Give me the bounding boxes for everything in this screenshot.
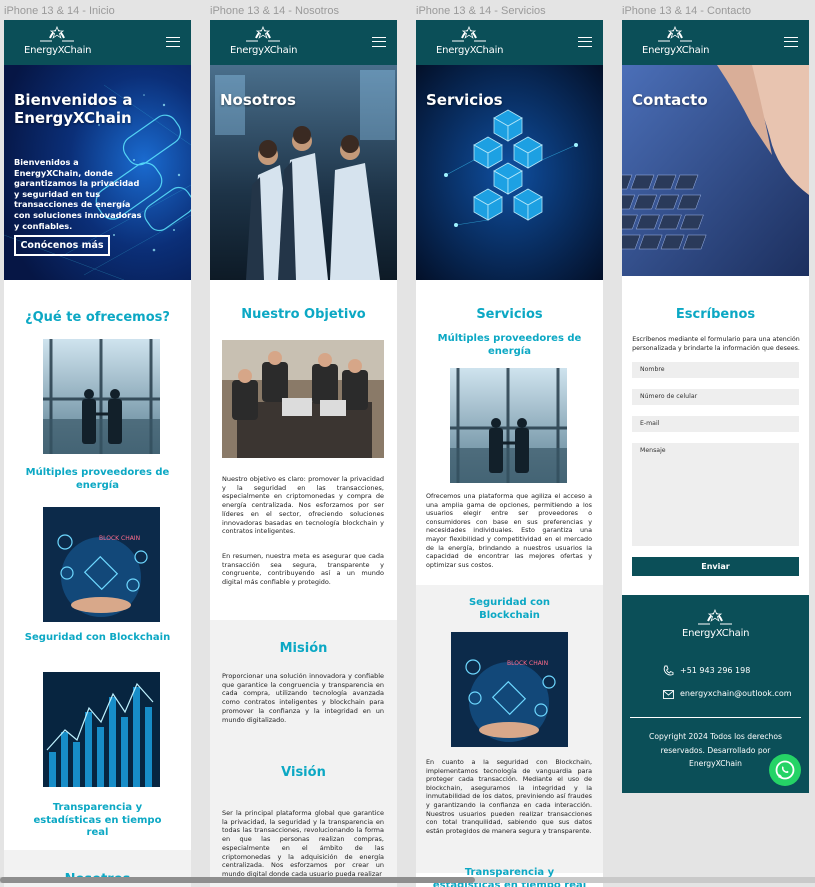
- whatsapp-button[interactable]: [769, 754, 801, 786]
- frame-label: iPhone 13 & 14 - Servicios: [416, 5, 546, 17]
- send-button[interactable]: Enviar: [632, 557, 799, 576]
- blockchain-hand-image: BLOCK CHAIN: [451, 632, 568, 747]
- message-textarea[interactable]: Mensaje: [632, 443, 799, 546]
- scrollbar-thumb[interactable]: [0, 877, 475, 883]
- phone-input[interactable]: Número de celular: [632, 389, 799, 405]
- phone-frame-servicios: EnergyXChain Servicios Servicios Múltipl…: [416, 20, 603, 887]
- form-intro: Escríbenos mediante el formulario para u…: [632, 336, 800, 352]
- logo-icon: [246, 25, 280, 45]
- card-transparencia-title: Transparencia y estadísticas en tiempo r…: [33, 802, 162, 838]
- artboard-contacto: iPhone 13 & 14 - Contacto EnergyXChain C…: [622, 0, 809, 887]
- footer: EnergyXChain +51 943 296 198 energyxchai…: [622, 595, 809, 793]
- logo-icon: [658, 25, 692, 45]
- copyright-text: Copyright 2024 Todos los derechos reserv…: [649, 732, 782, 768]
- hero: Servicios: [416, 65, 603, 280]
- phone-frame-contacto: EnergyXChain Contacto Escríbenos Escríbe: [622, 20, 809, 793]
- navbar: EnergyXChain: [4, 20, 191, 65]
- hero-text: Bienvenidos a EnergyXChain, donde garant…: [14, 157, 142, 231]
- meeting-image: [222, 340, 384, 458]
- logo-text: EnergyXChain: [436, 45, 504, 56]
- logo-icon: [698, 608, 732, 628]
- menu-icon[interactable]: [372, 37, 386, 47]
- mission-title: Misión: [279, 641, 328, 656]
- menu-icon[interactable]: [166, 37, 180, 47]
- vision-title: Visión: [281, 765, 326, 780]
- navbar: EnergyXChain: [210, 20, 397, 65]
- navbar: EnergyXChain: [416, 20, 603, 65]
- logo-text: EnergyXChain: [24, 45, 92, 56]
- hero: Nosotros: [210, 65, 397, 280]
- frame-label: iPhone 13 & 14 - Contacto: [622, 5, 752, 17]
- menu-icon[interactable]: [784, 37, 798, 47]
- handshake-image: [43, 339, 160, 454]
- handshake-image: [450, 368, 567, 483]
- service-proveedores-text: Ofrecemos una plataforma que agiliza el …: [426, 492, 592, 569]
- objective-paragraph-1: Nuestro objetivo es claro: promover la p…: [222, 475, 384, 536]
- phone-icon: [663, 665, 674, 676]
- card-proveedores-title: Múltiples proveedores de energía: [25, 467, 170, 491]
- vision-text: Ser la principal plataforma global que g…: [222, 809, 384, 878]
- logo-text: EnergyXChain: [682, 628, 750, 639]
- card-seguridad-title: Seguridad con Blockchain: [24, 632, 171, 643]
- form-title: Escríbenos: [675, 307, 756, 322]
- phone-frame-inicio: EnergyXChain Bienvenidos a EnergyXChain …: [4, 20, 191, 887]
- navbar: EnergyXChain: [622, 20, 809, 65]
- conocenos-button[interactable]: Conócenos más: [14, 235, 110, 256]
- svg-text:BLOCK CHAIN: BLOCK CHAIN: [99, 535, 140, 542]
- hero: Bienvenidos a EnergyXChain Bienvenidos a…: [4, 65, 191, 280]
- phone-frame-nosotros: EnergyXChain Nosotros Nuestro Objetivo N…: [210, 20, 397, 887]
- service-proveedores-title: Múltiples proveedores de energía: [437, 333, 582, 357]
- artboard-nosotros: iPhone 13 & 14 - Nosotros EnergyXChain N…: [210, 0, 397, 887]
- services-title: Servicios: [476, 307, 543, 322]
- frame-label: iPhone 13 & 14 - Inicio: [4, 5, 115, 17]
- hero-title: Servicios: [426, 91, 503, 109]
- logo-icon: [452, 25, 486, 45]
- hero: Contacto: [622, 65, 809, 276]
- logo[interactable]: EnergyXChain: [230, 25, 298, 61]
- frame-label: iPhone 13 & 14 - Nosotros: [210, 5, 340, 17]
- artboard-inicio: iPhone 13 & 14 - Inicio EnergyXChain Bie…: [4, 0, 191, 887]
- whatsapp-icon: [775, 760, 795, 780]
- footer-email[interactable]: energyxchain@outlook.com: [680, 689, 792, 698]
- email-input[interactable]: E-mail: [632, 416, 799, 432]
- service-seguridad-text: En cuanto a la seguridad con Blockchain,…: [426, 758, 592, 835]
- logo-text: EnergyXChain: [230, 45, 298, 56]
- statistics-image: [43, 672, 160, 787]
- logo-icon: [40, 25, 74, 45]
- footer-phone[interactable]: +51 943 296 198: [680, 666, 750, 675]
- logo-text: EnergyXChain: [642, 45, 710, 56]
- logo[interactable]: EnergyXChain: [642, 25, 710, 61]
- mail-icon: [663, 690, 674, 699]
- mission-text: Proporcionar una solución innovadora y c…: [222, 672, 384, 724]
- logo[interactable]: EnergyXChain: [24, 25, 92, 61]
- name-input[interactable]: Nombre: [632, 362, 799, 378]
- blockchain-hand-image: BLOCK CHAIN: [43, 507, 160, 622]
- form-section: [622, 276, 809, 596]
- hero-title: Nosotros: [220, 91, 296, 109]
- svg-text:BLOCK CHAIN: BLOCK CHAIN: [507, 660, 548, 667]
- objective-paragraph-2: En resumen, nuestra meta es asegurar que…: [222, 552, 384, 587]
- horizontal-scrollbar[interactable]: [0, 877, 815, 883]
- hero-title: Contacto: [632, 91, 708, 109]
- offer-title: ¿Qué te ofrecemos?: [25, 310, 170, 325]
- logo[interactable]: EnergyXChain: [436, 25, 504, 61]
- service-seguridad-title: Seguridad con Blockchain: [468, 597, 551, 621]
- footer-logo: EnergyXChain: [682, 608, 750, 644]
- hero-title: Bienvenidos a EnergyXChain: [14, 91, 133, 127]
- menu-icon[interactable]: [578, 37, 592, 47]
- footer-divider: [630, 717, 801, 718]
- objective-title: Nuestro Objetivo: [241, 307, 366, 322]
- artboard-servicios: iPhone 13 & 14 - Servicios EnergyXChain: [416, 0, 603, 887]
